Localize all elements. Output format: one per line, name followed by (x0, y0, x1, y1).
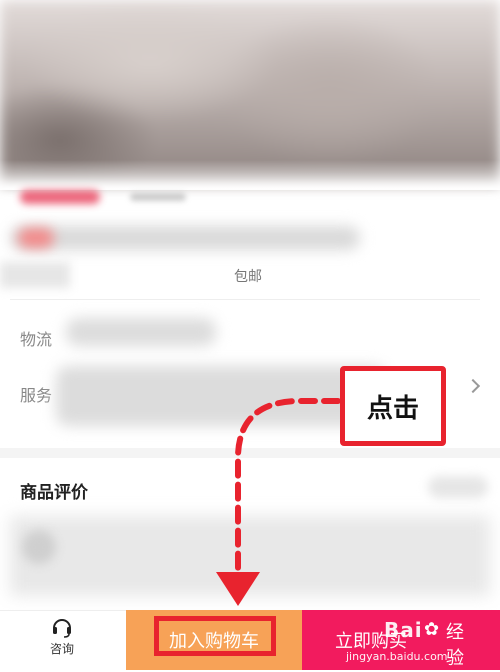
watermark-logo: Bai (384, 618, 423, 642)
paw-icon: ✿ (424, 619, 440, 640)
headset-icon (51, 616, 73, 638)
consult-label: 咨询 (49, 642, 74, 656)
watermark-sub: 经验 (446, 622, 464, 669)
watermark-url: jingyan.baidu.com (346, 650, 448, 663)
highlight-frame (154, 616, 276, 656)
annotation-box: 点击 (340, 366, 446, 446)
consult-button[interactable]: 咨询 (36, 612, 88, 668)
annotation-arrow (216, 398, 341, 606)
